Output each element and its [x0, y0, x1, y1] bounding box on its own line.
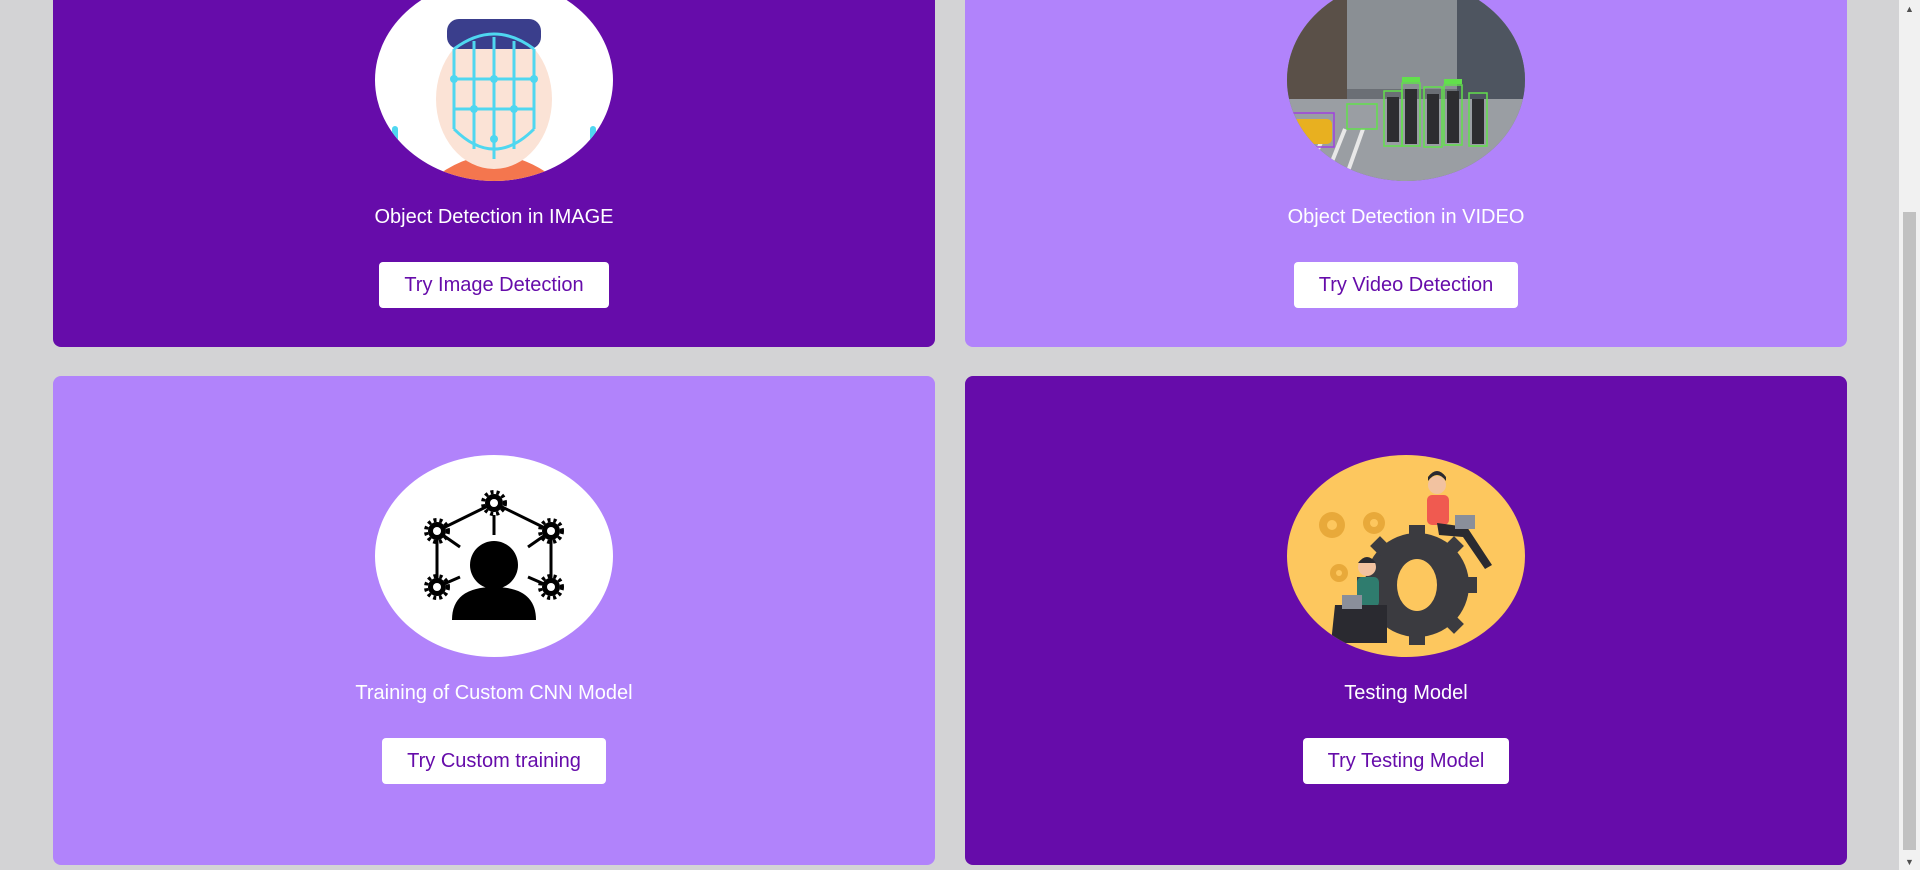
try-image-detection-button[interactable]: Try Image Detection [379, 262, 609, 308]
street-detection-image [1287, 0, 1525, 181]
try-testing-model-button[interactable]: Try Testing Model [1302, 738, 1510, 784]
face-recognition-image [375, 0, 613, 181]
vertical-scrollbar[interactable]: ▲ ▼ [1899, 0, 1920, 870]
video-detection-title: Object Detection in VIDEO [1287, 206, 1525, 228]
custom-training-card: Training of Custom CNN Model Try Custom … [53, 376, 935, 865]
network-gears-icon [375, 455, 613, 657]
page-viewport: Object Detection in IMAGE Try Image Dete… [0, 0, 1899, 870]
image-detection-title: Object Detection in IMAGE [374, 206, 614, 228]
scroll-down-arrow-icon[interactable]: ▼ [1899, 853, 1920, 870]
custom-training-title: Training of Custom CNN Model [355, 682, 633, 704]
testing-model-card: Testing Model Try Testing Model [965, 376, 1847, 865]
people-gear-illustration [1287, 455, 1525, 657]
testing-model-title: Testing Model [1344, 682, 1468, 704]
try-video-detection-button[interactable]: Try Video Detection [1293, 262, 1519, 308]
try-custom-training-button[interactable]: Try Custom training [382, 738, 606, 784]
scroll-up-arrow-icon[interactable]: ▲ [1899, 0, 1920, 17]
image-detection-card: Object Detection in IMAGE Try Image Dete… [53, 0, 935, 347]
video-detection-card: Object Detection in VIDEO Try Video Dete… [965, 0, 1847, 347]
scrollbar-thumb[interactable] [1903, 212, 1916, 850]
